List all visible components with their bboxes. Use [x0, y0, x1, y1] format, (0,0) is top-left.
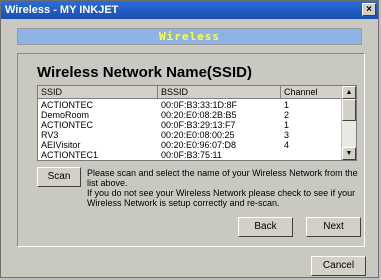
next-button[interactable]: Next: [306, 217, 361, 237]
wireless-banner: Wireless: [17, 28, 362, 45]
channel-cell: 1: [284, 100, 290, 110]
instruction-line-1: Please scan and select the name of your …: [87, 168, 358, 188]
instruction-line-2: If you do not see your Wireless Network …: [87, 188, 356, 208]
bssid-cell: 00:0F:B3:33:1D:8F: [161, 100, 238, 110]
channel-cell: 3: [284, 130, 290, 140]
ssid-cell: ACTIONTEC: [41, 100, 94, 110]
header-ssid[interactable]: SSID: [38, 86, 158, 99]
chevron-down-icon: ▼: [345, 150, 353, 157]
cancel-button[interactable]: Cancel: [311, 256, 366, 276]
bssid-cell: 00:20:E0:08:00:25: [161, 130, 235, 140]
close-button[interactable]: ×: [362, 3, 376, 16]
bssid-cell: 00:20:E0:96:07:D8: [161, 140, 237, 150]
scroll-up-button[interactable]: ▲: [342, 86, 356, 99]
header-bssid[interactable]: BSSID: [158, 86, 281, 99]
scroll-down-button[interactable]: ▼: [342, 147, 356, 160]
list-item[interactable]: ACTIONTEC 00:0F:B3:29:13:F7 1: [38, 120, 338, 130]
scan-button[interactable]: Scan: [37, 167, 81, 187]
wireless-dialog: Wireless - MY INKJET × Wireless Wireless…: [0, 0, 379, 278]
header-channel[interactable]: Channel: [281, 86, 342, 99]
ssid-cell: AEIVisitor: [41, 140, 81, 150]
ssid-cell: RV3: [41, 130, 59, 140]
close-icon: ×: [366, 4, 372, 15]
bssid-cell: 00:0F:B3:75:11: [161, 150, 222, 160]
chevron-up-icon: ▲: [345, 89, 353, 96]
bssid-cell: 00:0F:B3:29:13:F7: [161, 120, 236, 130]
channel-cell: 2: [284, 110, 290, 120]
channel-cell: 4: [284, 140, 290, 150]
list-scrollbar[interactable]: ▲ ▼: [341, 86, 356, 160]
instructions-text: Please scan and select the name of your …: [87, 168, 359, 208]
title-bar: Wireless - MY INKJET ×: [1, 1, 378, 19]
list-item[interactable]: AEIVisitor 00:20:E0:96:07:D8 4: [38, 140, 338, 150]
ssid-cell: ACTIONTEC1: [41, 150, 99, 160]
channel-cell: 1: [284, 120, 290, 130]
list-item[interactable]: DemoRoom 00:20:E0:08:2B:B5 2: [38, 110, 338, 120]
network-list[interactable]: SSID BSSID Channel ACTIONTEC 00:0F:B3:33…: [37, 85, 357, 161]
list-item[interactable]: RV3 00:20:E0:08:00:25 3: [38, 130, 338, 140]
list-item[interactable]: ACTIONTEC 00:0F:B3:33:1D:8F 1: [38, 100, 338, 110]
list-item[interactable]: ACTIONTEC1 00:0F:B3:75:11: [38, 150, 338, 160]
ssid-cell: ACTIONTEC: [41, 120, 94, 130]
scroll-thumb[interactable]: [342, 99, 356, 121]
window-title: Wireless - MY INKJET: [5, 4, 119, 16]
bssid-cell: 00:20:E0:08:2B:B5: [161, 110, 237, 120]
back-button[interactable]: Back: [238, 217, 293, 237]
panel-title: Wireless Network Name(SSID): [37, 64, 252, 81]
ssid-cell: DemoRoom: [41, 110, 90, 120]
